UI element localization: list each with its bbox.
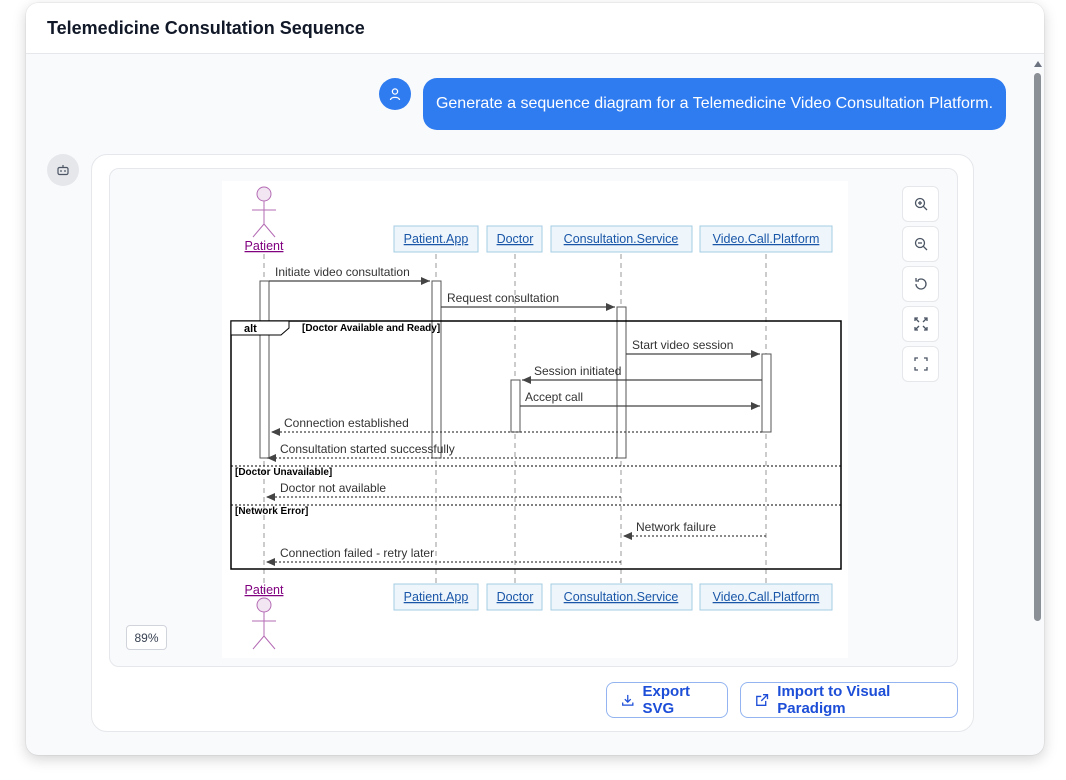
activation-video-call-platform bbox=[761, 353, 772, 433]
participant-label: Video.Call.Platform bbox=[713, 232, 820, 246]
zoom-in-icon bbox=[914, 197, 927, 211]
participant-video-call-platform-bottom[interactable]: Video.Call.Platform bbox=[699, 583, 833, 611]
download-icon bbox=[622, 694, 634, 706]
bot-icon bbox=[57, 165, 69, 176]
user-message: Generate a sequence diagram for a Teleme… bbox=[423, 78, 1006, 130]
fullscreen-button[interactable] bbox=[902, 346, 939, 382]
activation-consultation-service bbox=[616, 306, 627, 459]
export-svg-label: Export SVG bbox=[642, 683, 691, 717]
diagram-toolbar bbox=[902, 186, 939, 382]
sequence-diagram-svg: Patient Patient.App Doctor Consultation.… bbox=[230, 186, 842, 650]
participant-consultation-service-top[interactable]: Consultation.Service bbox=[550, 225, 693, 253]
assistant-response-card: Patient Patient.App Doctor Consultation.… bbox=[91, 154, 974, 732]
message-labels: Initiate video consultation Request cons… bbox=[275, 265, 733, 560]
actor-patient-top[interactable] bbox=[252, 186, 276, 238]
title-bar: Telemedicine Consultation Sequence bbox=[26, 3, 1044, 54]
zoom-in-button[interactable] bbox=[902, 186, 939, 222]
message-label-3: Start video session bbox=[632, 338, 733, 352]
reset-view-button[interactable] bbox=[902, 266, 939, 302]
scroll-thumb[interactable] bbox=[1034, 73, 1041, 621]
scrollbar[interactable] bbox=[1030, 55, 1044, 755]
message-label-10: Connection failed - retry later bbox=[280, 546, 434, 560]
message-label-1: Initiate video consultation bbox=[275, 265, 410, 279]
user-avatar bbox=[379, 78, 411, 110]
participant-label: Video.Call.Platform bbox=[713, 590, 820, 604]
import-label: Import to Visual Paradigm bbox=[777, 683, 891, 717]
app-window: Telemedicine Consultation Sequence Gener… bbox=[26, 3, 1044, 755]
message-label-7: Consultation started successfully bbox=[280, 442, 455, 456]
zoom-out-button[interactable] bbox=[902, 226, 939, 262]
reset-icon bbox=[914, 278, 927, 290]
export-svg-button[interactable]: Export SVG bbox=[606, 682, 728, 718]
fragment-condition-2: [Doctor Unavailable] bbox=[235, 467, 332, 478]
scroll-up-arrow[interactable] bbox=[1034, 61, 1042, 67]
actor-patient-bottom[interactable] bbox=[252, 597, 276, 650]
participant-video-call-platform-top[interactable]: Video.Call.Platform bbox=[699, 225, 833, 253]
fragment-condition-3: [Network Error] bbox=[235, 506, 308, 517]
participant-label: Patient.App bbox=[404, 590, 469, 604]
message-label-5: Accept call bbox=[525, 390, 583, 404]
participant-consultation-service-bottom[interactable]: Consultation.Service bbox=[550, 583, 693, 611]
user-icon bbox=[389, 88, 401, 101]
message-label-4: Session initiated bbox=[534, 364, 621, 378]
fragment-condition-1: [Doctor Available and Ready] bbox=[302, 323, 440, 334]
actor-patient-label-bottom: Patient bbox=[245, 583, 284, 597]
activation-patient bbox=[259, 280, 270, 459]
page-title: Telemedicine Consultation Sequence bbox=[47, 17, 365, 38]
participant-doctor-top[interactable]: Doctor bbox=[486, 225, 543, 253]
zoom-level-indicator: 89% bbox=[126, 625, 167, 650]
import-visual-paradigm-button[interactable]: Import to Visual Paradigm bbox=[740, 682, 958, 718]
message-label-2: Request consultation bbox=[447, 291, 559, 305]
fragment-keyword: alt bbox=[244, 323, 257, 335]
bot-avatar bbox=[47, 154, 79, 186]
diagram-viewer: Patient Patient.App Doctor Consultation.… bbox=[109, 168, 958, 667]
fit-to-screen-button[interactable] bbox=[902, 306, 939, 342]
activation-doctor bbox=[510, 379, 521, 433]
message-label-8: Doctor not available bbox=[280, 481, 386, 495]
message-label-9: Network failure bbox=[636, 520, 716, 534]
participant-doctor-bottom[interactable]: Doctor bbox=[486, 583, 543, 611]
participant-label: Consultation.Service bbox=[564, 590, 679, 604]
message-label-6: Connection established bbox=[284, 416, 409, 430]
external-link-icon bbox=[756, 693, 769, 707]
participant-label: Doctor bbox=[497, 232, 534, 246]
participant-label: Consultation.Service bbox=[564, 232, 679, 246]
participant-label: Doctor bbox=[497, 590, 534, 604]
sequence-diagram[interactable]: Patient Patient.App Doctor Consultation.… bbox=[222, 181, 848, 658]
actor-patient-label-top: Patient bbox=[245, 239, 284, 253]
fullscreen-icon bbox=[913, 357, 928, 371]
fit-icon bbox=[913, 317, 928, 331]
participant-patient-app-bottom[interactable]: Patient.App bbox=[393, 583, 479, 611]
zoom-out-icon bbox=[914, 237, 927, 251]
participant-label: Patient.App bbox=[404, 232, 469, 246]
participant-patient-app-top[interactable]: Patient.App bbox=[393, 225, 479, 253]
